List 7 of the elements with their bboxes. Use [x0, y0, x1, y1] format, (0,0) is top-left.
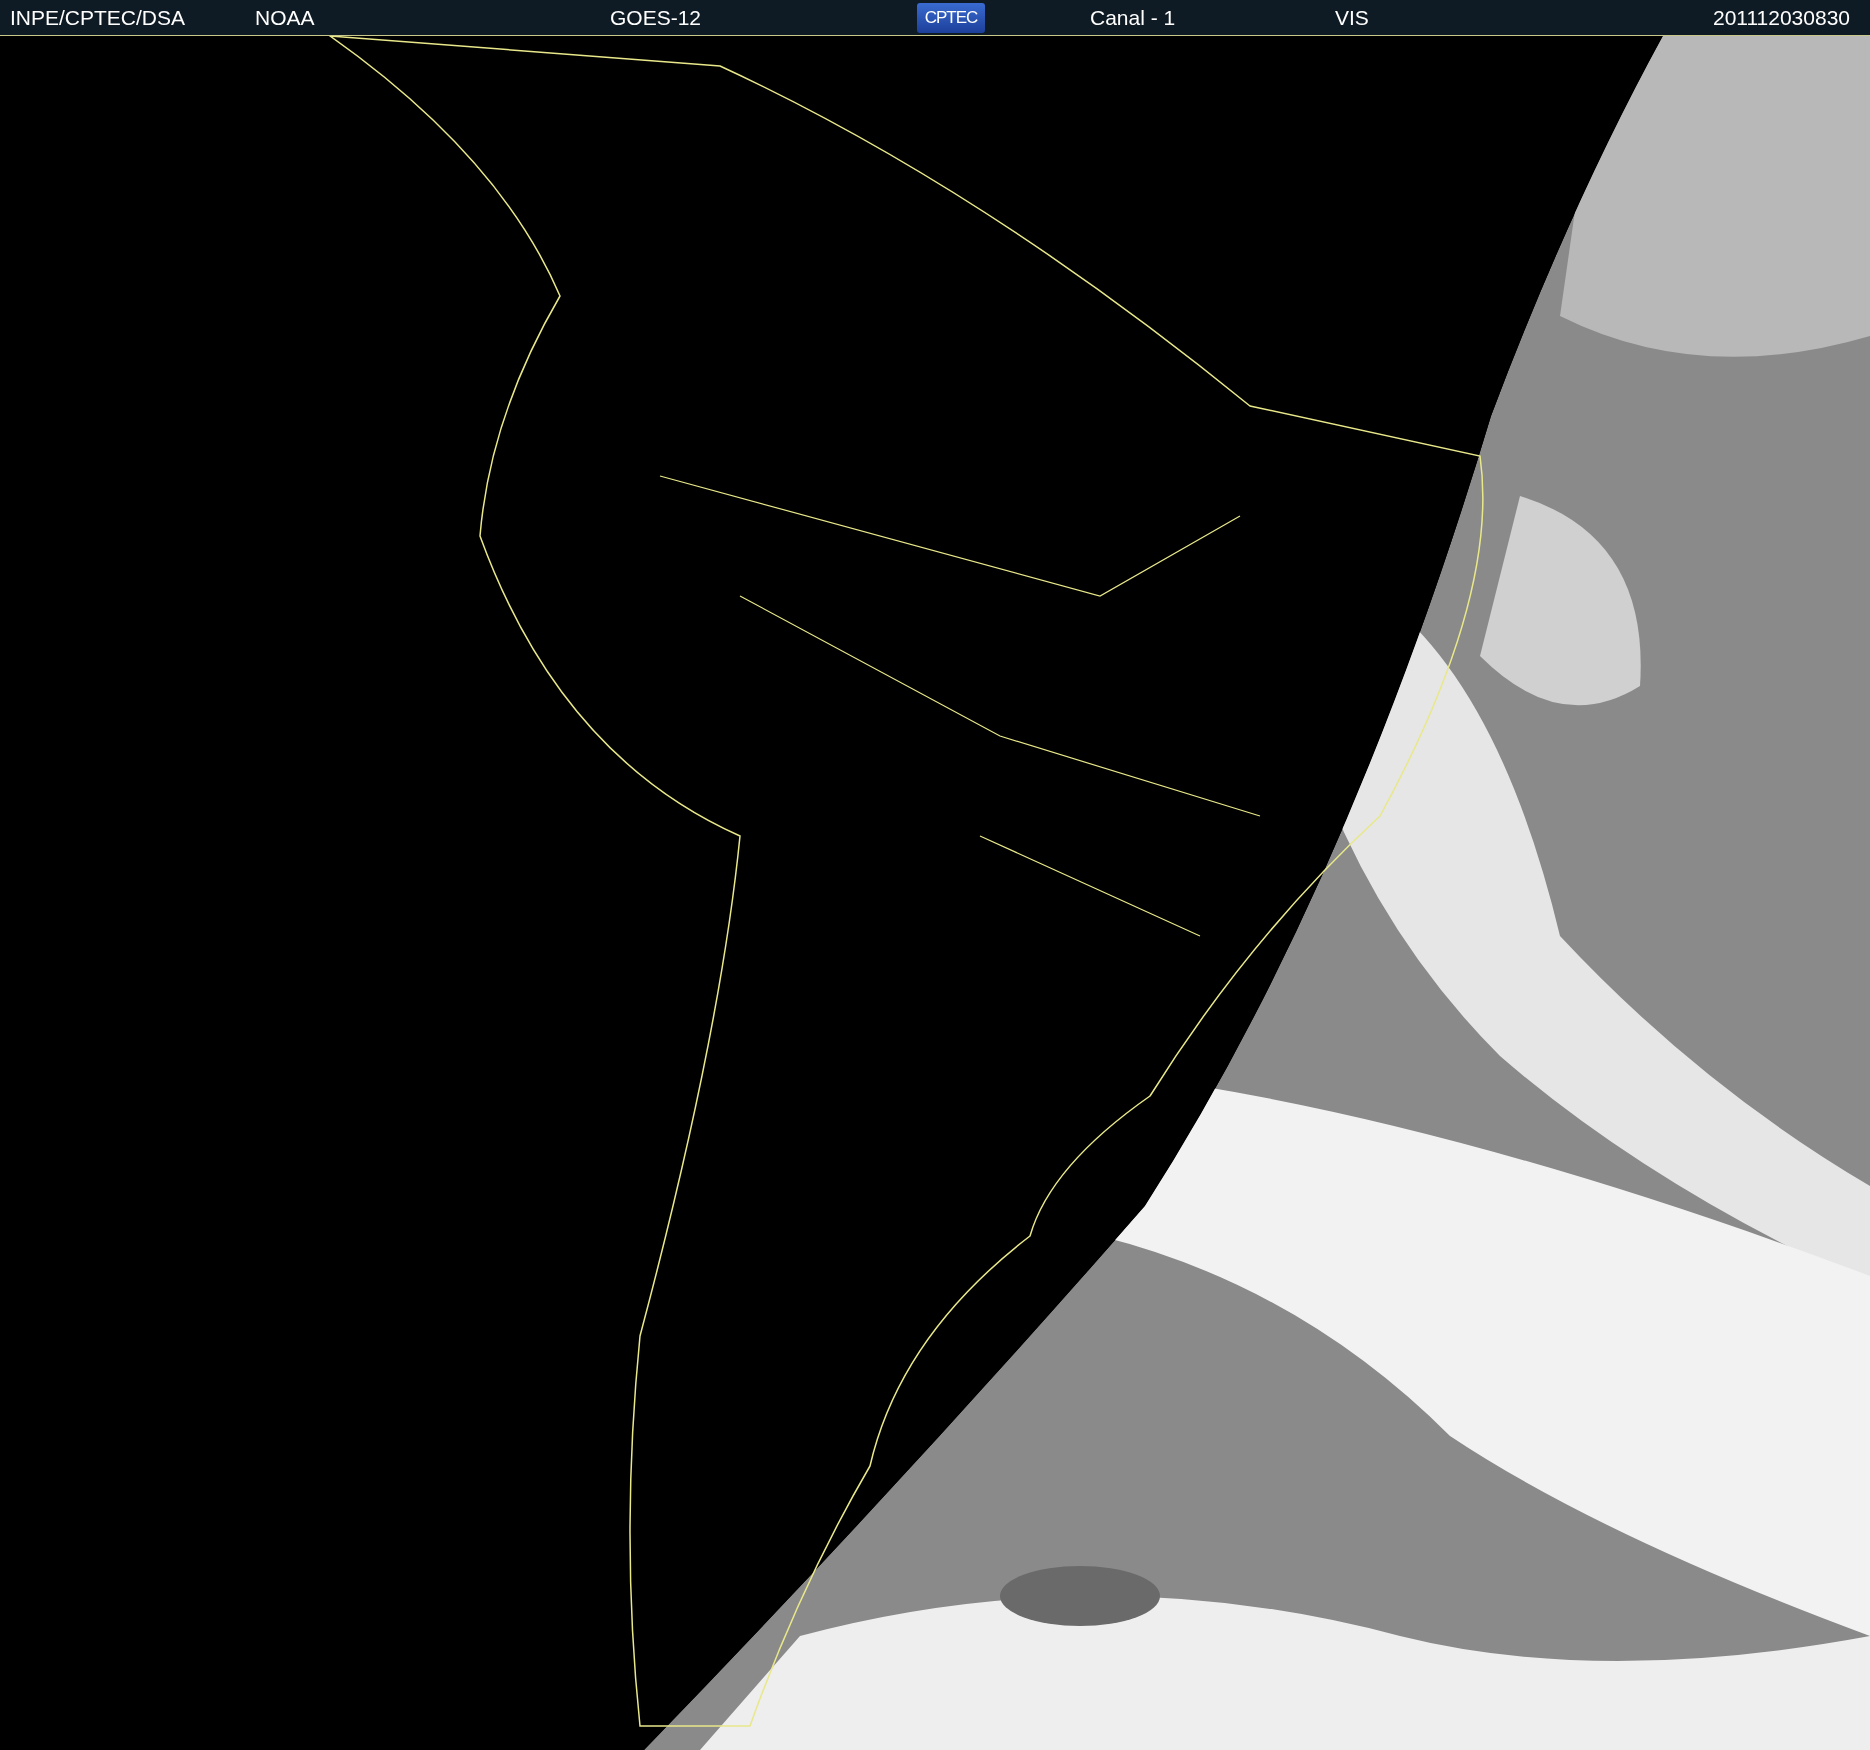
logo: CPTEC: [917, 2, 985, 33]
channel-label: Canal - 1: [1089, 5, 1177, 30]
satellite-label: GOES-12: [609, 5, 703, 30]
timestamp-label: 201112030830: [1711, 5, 1851, 30]
agency-label: INPE/CPTEC/DSA: [9, 5, 187, 30]
band-label: VIS: [1334, 5, 1370, 30]
source-label: NOAA: [254, 5, 316, 30]
